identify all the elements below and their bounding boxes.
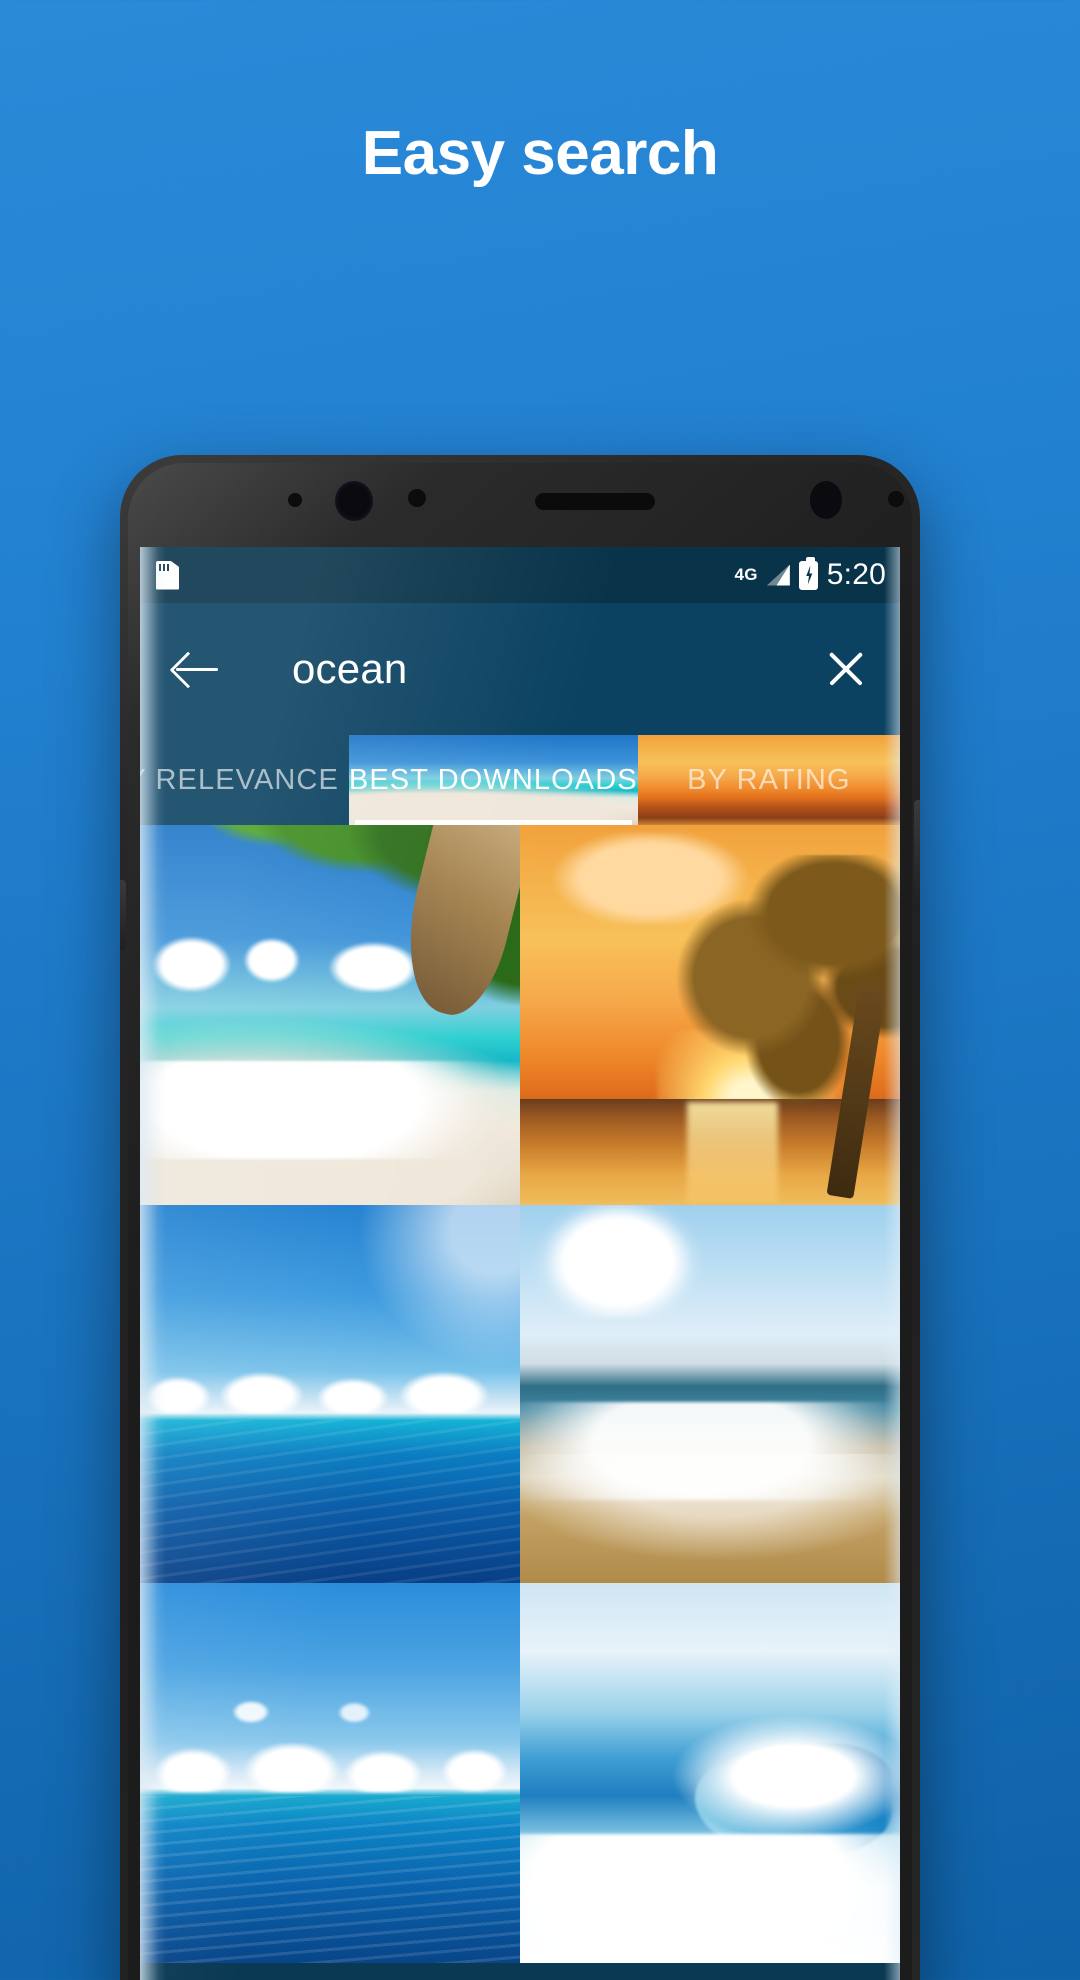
thumb-small-clouds bbox=[178, 1697, 482, 1728]
thumb-wave-texture bbox=[140, 1795, 520, 1963]
tab-by-relevance[interactable]: BY RELEVANCE bbox=[140, 735, 349, 825]
proximity-sensor-icon bbox=[408, 489, 426, 507]
back-arrow-icon[interactable] bbox=[174, 649, 220, 689]
status-bar-clock: 5:20 bbox=[826, 558, 886, 591]
wallpaper-thumbnail[interactable] bbox=[520, 1583, 900, 1963]
power-button[interactable] bbox=[914, 800, 920, 908]
tab-by-rating[interactable]: BY RATING bbox=[637, 735, 900, 825]
front-camera-icon bbox=[335, 481, 373, 521]
secondary-camera-icon bbox=[810, 481, 842, 519]
wallpaper-thumbnail[interactable] bbox=[140, 1205, 520, 1583]
status-bar: 4G 5:20 bbox=[140, 547, 900, 603]
thumb-surf-foam bbox=[520, 1833, 900, 1963]
search-input[interactable]: ocean bbox=[292, 645, 822, 693]
phone-mockup: 4G 5:20 ocean BY RELEVANCE BEST DOWNLOAD… bbox=[120, 455, 920, 1980]
earpiece-speaker-icon bbox=[535, 493, 655, 510]
status-bar-left bbox=[156, 560, 179, 590]
tab-best-downloads[interactable]: BEST DOWNLOADS bbox=[348, 735, 638, 825]
sensor-dot-icon bbox=[288, 493, 302, 507]
thumb-cumulus-cloud bbox=[527, 1205, 733, 1319]
signal-bars-icon bbox=[766, 564, 790, 586]
network-type-label: 4G bbox=[734, 565, 758, 584]
light-sensor-icon bbox=[888, 491, 904, 507]
search-app-bar: ocean bbox=[140, 603, 900, 735]
thumb-surf-foam bbox=[140, 1060, 520, 1160]
thumb-wave-texture bbox=[140, 1420, 520, 1583]
page-title: Easy search bbox=[361, 119, 719, 188]
thumb-sun-shine bbox=[352, 1205, 520, 1372]
phone-screen: 4G 5:20 ocean BY RELEVANCE BEST DOWNLOAD… bbox=[140, 547, 900, 1980]
wallpaper-results-grid bbox=[140, 825, 900, 1963]
wallpaper-thumbnail[interactable] bbox=[140, 825, 520, 1205]
wallpaper-thumbnail[interactable] bbox=[520, 1205, 900, 1583]
thumb-clouds bbox=[140, 1742, 520, 1792]
thumb-wet-sand bbox=[520, 1454, 900, 1583]
sort-tab-bar: BY RELEVANCE BEST DOWNLOADS BY RATING bbox=[140, 735, 900, 825]
sd-card-icon bbox=[156, 560, 179, 590]
battery-charging-icon bbox=[798, 556, 818, 590]
close-icon[interactable] bbox=[822, 645, 870, 693]
wallpaper-thumbnail[interactable] bbox=[140, 1583, 520, 1963]
wallpaper-thumbnail[interactable] bbox=[520, 825, 900, 1205]
status-bar-right: 4G 5:20 bbox=[734, 556, 886, 592]
phone-sensor-bar bbox=[120, 455, 920, 547]
thumb-clouds bbox=[140, 1371, 520, 1413]
volume-button[interactable] bbox=[120, 880, 126, 950]
